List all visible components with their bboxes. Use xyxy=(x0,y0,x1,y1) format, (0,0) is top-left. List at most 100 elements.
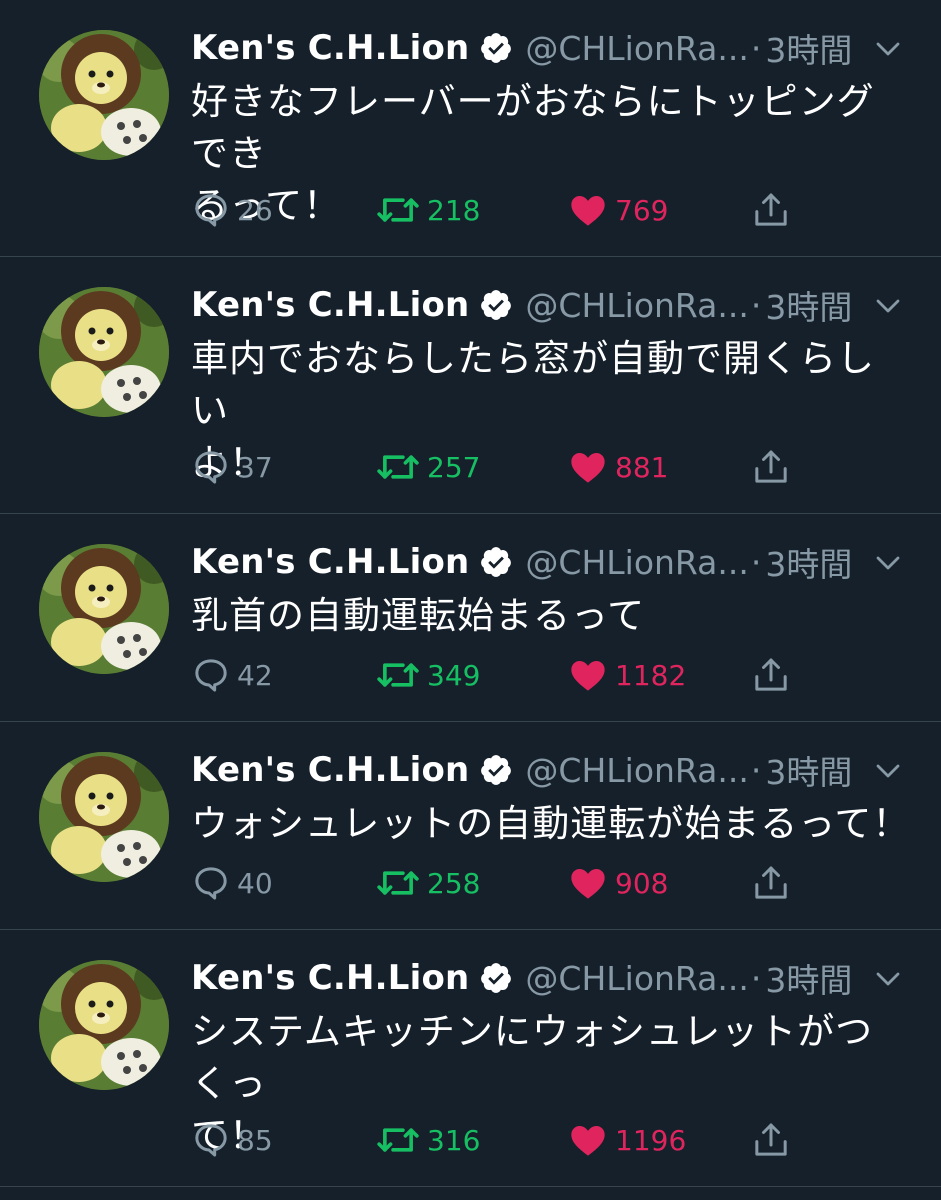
share-button[interactable] xyxy=(751,653,791,697)
share-upload-icon xyxy=(755,866,787,899)
tweet-text: ウォシュレットの自動運転が始まるって！ xyxy=(191,798,911,850)
display-name[interactable]: Ken's C.H.Lion xyxy=(191,958,469,998)
user-handle[interactable]: @CHLionRa... xyxy=(525,286,748,325)
like-button[interactable]: 908 xyxy=(567,861,668,905)
tweet-actions: 85 316 1196 xyxy=(191,1118,911,1162)
verified-badge-icon xyxy=(479,753,513,787)
tweet-item[interactable]: Ken's C.H.Lion @CHLionRa... · 3時間 ウォシュレッ… xyxy=(0,722,941,930)
timestamp[interactable]: 3時間 xyxy=(765,281,852,329)
tweet-item[interactable]: Ken's C.H.Lion @CHLionRa... · 3時間 車内でおなら… xyxy=(0,257,941,514)
reply-count: 40 xyxy=(237,866,273,900)
display-name[interactable]: Ken's C.H.Lion xyxy=(191,285,469,325)
avatar[interactable] xyxy=(39,30,169,160)
chevron-down-icon[interactable] xyxy=(873,291,903,321)
tweet-feed: Ken's C.H.Lion @CHLionRa... · 3時間 好きなフレー… xyxy=(0,0,941,1187)
verified-badge-icon xyxy=(479,545,513,579)
avatar[interactable] xyxy=(39,544,169,674)
speech-bubble-icon xyxy=(195,659,227,692)
retweet-button[interactable]: 258 xyxy=(375,861,480,905)
like-count: 881 xyxy=(615,450,669,484)
tweet-text: 乳首の自動運転始まるって xyxy=(191,590,911,642)
retweet-button[interactable]: 316 xyxy=(375,1118,480,1162)
speech-bubble-icon xyxy=(195,194,227,227)
lion-plush-avatar-image xyxy=(39,960,169,1090)
retweet-count: 316 xyxy=(427,1123,481,1157)
like-button[interactable]: 1182 xyxy=(567,653,686,697)
timestamp[interactable]: 3時間 xyxy=(765,954,852,1002)
like-button[interactable]: 1196 xyxy=(567,1118,686,1162)
retweet-button[interactable]: 218 xyxy=(375,188,480,232)
timestamp[interactable]: 3時間 xyxy=(765,538,852,586)
retweet-arrows-icon xyxy=(377,871,419,895)
separator-dot: · xyxy=(750,958,762,998)
lion-plush-avatar-image xyxy=(39,30,169,160)
tweet-header: Ken's C.H.Lion @CHLionRa... · 3時間 xyxy=(191,954,913,1002)
tweet-item[interactable]: Ken's C.H.Lion @CHLionRa... · 3時間 システムキッ… xyxy=(0,930,941,1187)
like-button[interactable]: 769 xyxy=(567,188,668,232)
lion-plush-avatar-image xyxy=(39,544,169,674)
verified-badge-icon xyxy=(479,961,513,995)
heart-icon xyxy=(571,1126,605,1156)
like-button[interactable]: 881 xyxy=(567,445,668,489)
retweet-button[interactable]: 257 xyxy=(375,445,480,489)
like-count: 908 xyxy=(615,866,669,900)
share-button[interactable] xyxy=(751,861,791,905)
reply-button[interactable]: 26 xyxy=(191,188,273,232)
reply-count: 37 xyxy=(237,450,273,484)
speech-bubble-icon xyxy=(195,1124,227,1157)
display-name[interactable]: Ken's C.H.Lion xyxy=(191,28,469,68)
share-button[interactable] xyxy=(751,188,791,232)
chevron-down-icon[interactable] xyxy=(873,34,903,64)
separator-dot: · xyxy=(750,542,762,582)
tweet-item[interactable]: Ken's C.H.Lion @CHLionRa... · 3時間 好きなフレー… xyxy=(0,0,941,257)
reply-button[interactable]: 42 xyxy=(191,653,273,697)
chevron-down-icon[interactable] xyxy=(873,548,903,578)
user-handle[interactable]: @CHLionRa... xyxy=(525,543,748,582)
retweet-button[interactable]: 349 xyxy=(375,653,480,697)
tweet-text-line: システムキッチンにウォシュレットがつくっ xyxy=(191,1010,874,1105)
share-upload-icon xyxy=(755,193,787,226)
timestamp[interactable]: 3時間 xyxy=(765,746,852,794)
like-count: 769 xyxy=(615,193,669,227)
reply-button[interactable]: 37 xyxy=(191,445,273,489)
lion-plush-avatar-image xyxy=(39,752,169,882)
retweet-count: 258 xyxy=(427,866,481,900)
reply-count: 85 xyxy=(237,1123,273,1157)
user-handle[interactable]: @CHLionRa... xyxy=(525,29,748,68)
timestamp[interactable]: 3時間 xyxy=(765,24,852,72)
share-button[interactable] xyxy=(751,445,791,489)
chevron-down-icon[interactable] xyxy=(873,756,903,786)
chevron-down-icon[interactable] xyxy=(873,964,903,994)
speech-bubble-icon xyxy=(195,451,227,484)
display-name[interactable]: Ken's C.H.Lion xyxy=(191,542,469,582)
heart-icon xyxy=(571,869,605,899)
share-upload-icon xyxy=(755,450,787,483)
tweet-header: Ken's C.H.Lion @CHLionRa... · 3時間 xyxy=(191,281,913,329)
tweet-item[interactable]: Ken's C.H.Lion @CHLionRa... · 3時間 乳首の自動運… xyxy=(0,514,941,722)
avatar[interactable] xyxy=(39,752,169,882)
like-count: 1182 xyxy=(615,658,687,692)
display-name[interactable]: Ken's C.H.Lion xyxy=(191,750,469,790)
reply-count: 26 xyxy=(237,193,273,227)
share-button[interactable] xyxy=(751,1118,791,1162)
share-upload-icon xyxy=(755,658,787,691)
separator-dot: · xyxy=(750,750,762,790)
reply-button[interactable]: 85 xyxy=(191,1118,273,1162)
user-handle[interactable]: @CHLionRa... xyxy=(525,751,748,790)
speech-bubble-icon xyxy=(195,867,227,900)
heart-icon xyxy=(571,661,605,691)
tweet-actions: 42 349 1182 xyxy=(191,653,911,697)
avatar[interactable] xyxy=(39,960,169,1090)
reply-button[interactable]: 40 xyxy=(191,861,273,905)
share-upload-icon xyxy=(755,1123,787,1156)
user-handle[interactable]: @CHLionRa... xyxy=(525,959,748,998)
retweet-arrows-icon xyxy=(377,1128,419,1152)
retweet-arrows-icon xyxy=(377,455,419,479)
avatar[interactable] xyxy=(39,287,169,417)
separator-dot: · xyxy=(750,28,762,68)
retweet-count: 218 xyxy=(427,193,481,227)
tweet-actions: 26 218 769 xyxy=(191,188,911,232)
tweet-header: Ken's C.H.Lion @CHLionRa... · 3時間 xyxy=(191,538,913,586)
retweet-count: 349 xyxy=(427,658,481,692)
like-count: 1196 xyxy=(615,1123,687,1157)
